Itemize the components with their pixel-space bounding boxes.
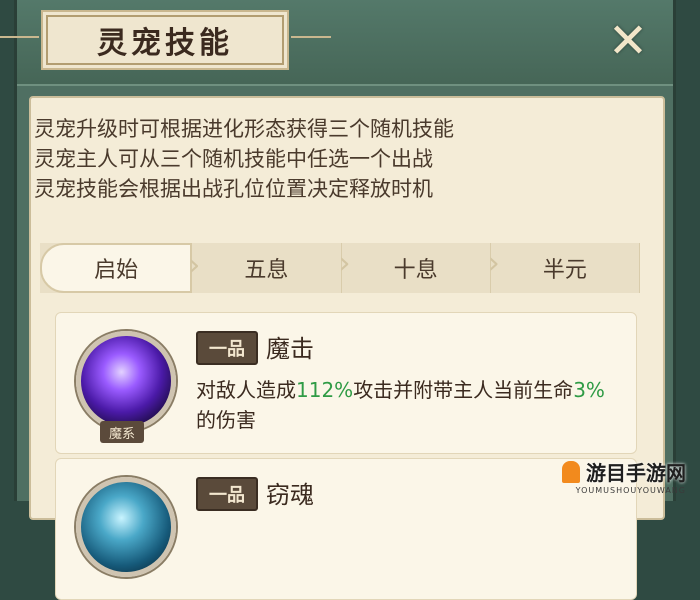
watermark-subtext: YOUMUSHOUYOUWANG: [575, 486, 686, 495]
skill-name: 窃魂: [266, 481, 314, 509]
skill-description: 灵宠升级时可根据进化形态获得三个随机技能 灵宠主人可从三个随机技能中任选一个出战…: [34, 114, 634, 204]
timing-tabs: 启始 › 五息 › 十息 › 半元: [40, 243, 640, 293]
grade-badge: 一品: [196, 477, 258, 511]
window-header: 灵宠技能 ✕: [0, 0, 673, 86]
skill-orb-icon: [76, 331, 176, 431]
effect-text: 对敌人造成: [196, 378, 296, 402]
desc-line-1: 灵宠升级时可根据进化形态获得三个随机技能: [34, 117, 454, 141]
logo-icon: [562, 460, 580, 483]
tab-wuxi[interactable]: 五息 ›: [192, 243, 351, 293]
site-watermark: 游目手游网 YOUMUSHOUYOUWANG: [536, 457, 686, 495]
skill-name: 魔击: [266, 335, 314, 363]
tab-label: 启始: [94, 258, 139, 283]
close-icon[interactable]: ✕: [601, 14, 655, 68]
window-title: 灵宠技能: [97, 26, 233, 61]
skill-card[interactable]: 魔系 一品 魔击 对敌人造成112%攻击并附带主人当前生命3% 的伤害: [55, 312, 637, 454]
tab-label: 十息: [393, 258, 438, 283]
desc-line-2: 灵宠主人可从三个随机技能中任选一个出战: [34, 147, 433, 171]
watermark-text: 游目手游网: [586, 461, 686, 485]
title-plate: 灵宠技能: [0, 10, 331, 70]
grade-badge: 一品: [196, 331, 258, 365]
tab-label: 五息: [244, 258, 289, 283]
effect-text: 攻击并附带主人当前生命: [353, 378, 574, 402]
effect-value: 112%: [296, 378, 354, 402]
effect-text: 的伤害: [196, 408, 256, 432]
tab-shixi[interactable]: 十息 ›: [342, 243, 500, 293]
effect-value: 3%: [573, 378, 605, 402]
tab-qishi[interactable]: 启始 ›: [40, 243, 200, 293]
tab-banyuan[interactable]: 半元: [491, 243, 640, 293]
element-badge: 魔系: [100, 421, 144, 443]
watermark-main: 游目手游网: [562, 457, 686, 486]
desc-line-3: 灵宠技能会根据出战孔位位置决定释放时机: [34, 177, 433, 201]
tab-label: 半元: [542, 258, 587, 283]
skill-effect-text: 对敌人造成112%攻击并附带主人当前生命3% 的伤害: [196, 375, 616, 435]
skill-orb-icon: [76, 477, 176, 577]
